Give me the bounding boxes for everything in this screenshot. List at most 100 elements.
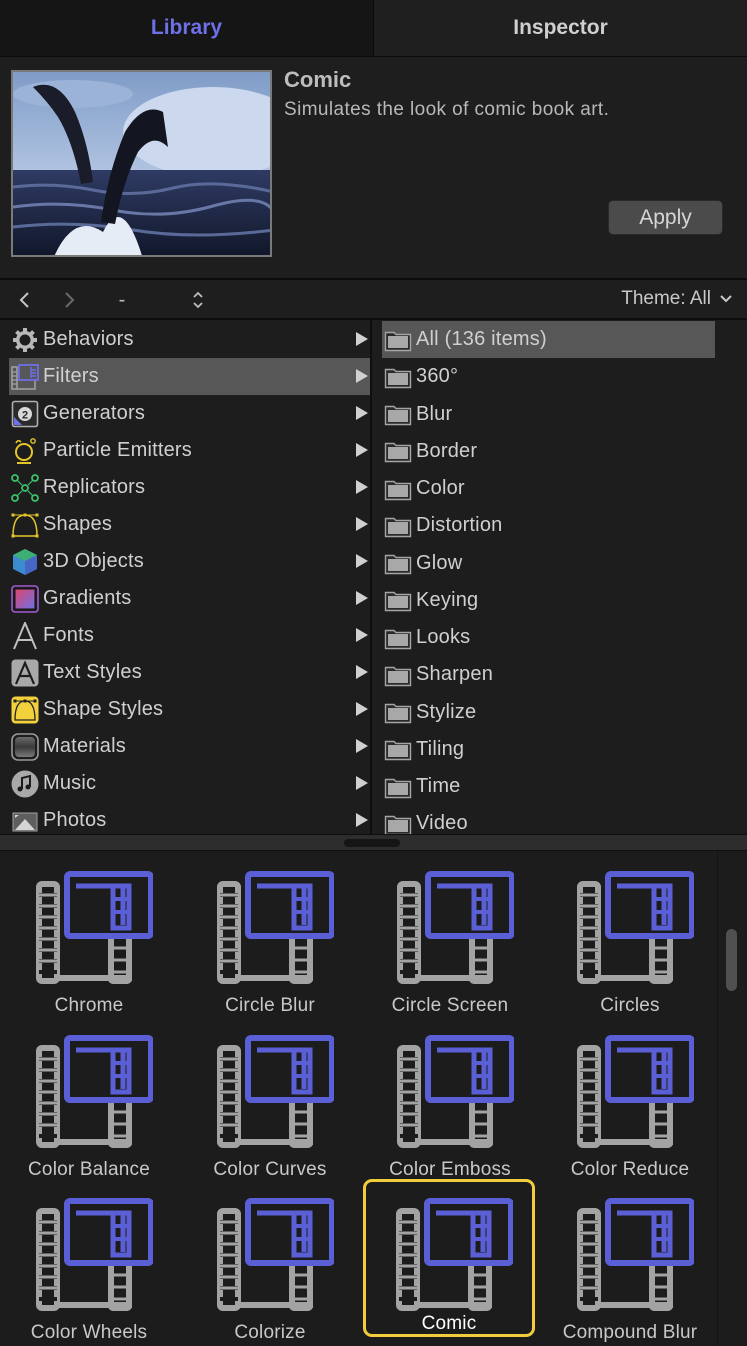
category-behaviors[interactable]: Behaviors (9, 321, 370, 358)
folder-icon (384, 773, 412, 801)
filter-item[interactable]: Color Emboss (364, 1025, 536, 1180)
category-fonts[interactable]: Fonts (9, 617, 370, 654)
category-music[interactable]: Music (9, 765, 370, 802)
filter-filmstrip-icon (11, 363, 39, 391)
category-text-styles[interactable]: Text Styles (9, 654, 370, 691)
category-label: 3D Objects (43, 550, 144, 572)
disclosure-arrow-icon (356, 628, 368, 642)
category-label: Materials (43, 735, 126, 757)
filter-item[interactable]: Circle Screen (364, 861, 536, 1016)
subfolder-label: Blur (416, 402, 453, 425)
category-replicators[interactable]: Replicators (9, 469, 370, 506)
font-icon (11, 621, 39, 650)
splitter-grip[interactable] (344, 839, 400, 847)
forward-button[interactable] (58, 286, 82, 314)
category-label: Text Styles (43, 661, 142, 683)
subfolder-item[interactable]: Blur (382, 396, 715, 433)
category-photos[interactable]: Photos (9, 802, 370, 834)
category-label: Filters (43, 365, 99, 387)
disclosure-arrow-icon (356, 739, 368, 753)
category-filters[interactable]: Filters (9, 358, 370, 395)
subfolder-item[interactable]: Tiling (382, 731, 715, 768)
scrollbar-thumb[interactable] (726, 929, 737, 991)
gradient-icon (11, 584, 39, 613)
subfolder-label: All (136 items) (416, 328, 547, 350)
filter-item-label: Circle Blur (225, 995, 315, 1016)
subfolder-item[interactable]: Keying (382, 582, 715, 619)
replicator-icon (11, 473, 39, 502)
item-grid: Chrome Circle Blur Circle Screen Circles Col… (0, 851, 747, 1346)
filter-item[interactable]: Circle Blur (184, 861, 356, 1016)
folder-icon (384, 586, 412, 614)
filter-item-label: Color Emboss (389, 1159, 511, 1180)
category-gradients[interactable]: Gradients (9, 580, 370, 617)
filter-item[interactable]: Circles (544, 861, 716, 1016)
subfolder-label: Video (416, 812, 468, 834)
subfolder-item[interactable]: Glow (382, 545, 715, 582)
subfolder-label: Time (416, 775, 461, 797)
filter-item[interactable]: Color Wheels (3, 1188, 175, 1343)
disclosure-arrow-icon (356, 480, 368, 494)
subfolder-item[interactable]: 360° (382, 358, 715, 395)
subfolder-item[interactable]: Color (382, 470, 715, 507)
category-shapes[interactable]: Shapes (9, 506, 370, 543)
filter-item-label: Circles (600, 995, 660, 1016)
category-shape-styles[interactable]: Shape Styles (9, 691, 370, 728)
filter-thumbnail-icon (216, 1035, 335, 1149)
gear-icon (11, 326, 39, 354)
filter-item[interactable]: Comic (363, 1179, 535, 1337)
subfolder-label: Looks (416, 626, 471, 648)
subfolder-item[interactable]: Sharpen (382, 656, 715, 693)
category-label: Gradients (43, 587, 132, 609)
filter-item[interactable]: Chrome (3, 861, 175, 1016)
category-materials[interactable]: Materials (9, 728, 370, 765)
path-popup[interactable]: - (110, 286, 134, 314)
disclosure-arrow-icon (356, 665, 368, 679)
category-label: Photos (43, 809, 107, 831)
subfolder-item[interactable]: Looks (382, 619, 715, 656)
subfolder-label: Distortion (416, 514, 503, 537)
category-label: Fonts (43, 624, 95, 646)
disclosure-arrow-icon (356, 776, 368, 790)
category-label: Behaviors (43, 328, 134, 350)
subfolder-label: Stylize (416, 700, 477, 723)
svg-text:2: 2 (22, 409, 28, 421)
subfolder-item[interactable]: Video (382, 805, 715, 834)
preview-thumbnail (11, 70, 272, 257)
folder-icon (384, 698, 412, 726)
category-3d-objects[interactable]: 3D Objects (9, 543, 370, 580)
filter-thumbnail-icon (216, 1198, 335, 1312)
filter-item-label: Chrome (54, 995, 124, 1016)
subfolder-item[interactable]: Time (382, 768, 715, 805)
folder-icon (384, 475, 412, 503)
category-generators[interactable]: 2 Generators (9, 395, 370, 432)
subfolder-item[interactable]: All (136 items) (382, 321, 715, 358)
grid-scrollbar[interactable] (717, 851, 747, 1346)
disclosure-arrow-icon (356, 332, 368, 346)
filter-item[interactable]: Colorize (184, 1188, 356, 1343)
subfolder-item[interactable]: Border (382, 433, 715, 470)
cube-icon (11, 548, 39, 576)
apply-button[interactable]: Apply (608, 200, 723, 235)
tab-inspector[interactable]: Inspector (373, 0, 747, 56)
pane-splitter[interactable] (0, 834, 747, 851)
chevron-right-icon (65, 292, 75, 308)
category-label: Particle Emitters (43, 439, 192, 461)
category-label: Shapes (43, 513, 113, 535)
disclosure-arrow-icon (356, 517, 368, 531)
category-particle-emitters[interactable]: Particle Emitters (9, 432, 370, 469)
theme-popup[interactable]: Theme: All (621, 288, 733, 310)
subfolder-item[interactable]: Stylize (382, 694, 715, 731)
subfolder-item[interactable]: Distortion (382, 507, 715, 544)
filter-item[interactable]: Color Balance (3, 1025, 175, 1180)
filter-item-label: Color Balance (28, 1159, 150, 1180)
filter-thumbnail-icon (396, 1035, 515, 1149)
photo-icon (11, 807, 39, 835)
back-button[interactable] (12, 286, 36, 314)
filter-item[interactable]: Compound Blur (544, 1188, 716, 1343)
filter-item[interactable]: Color Curves (184, 1025, 356, 1180)
tab-library[interactable]: Library (0, 0, 373, 56)
path-menu-button[interactable] (186, 286, 210, 314)
disclosure-arrow-icon (356, 443, 368, 457)
filter-item[interactable]: Color Reduce (544, 1025, 716, 1180)
